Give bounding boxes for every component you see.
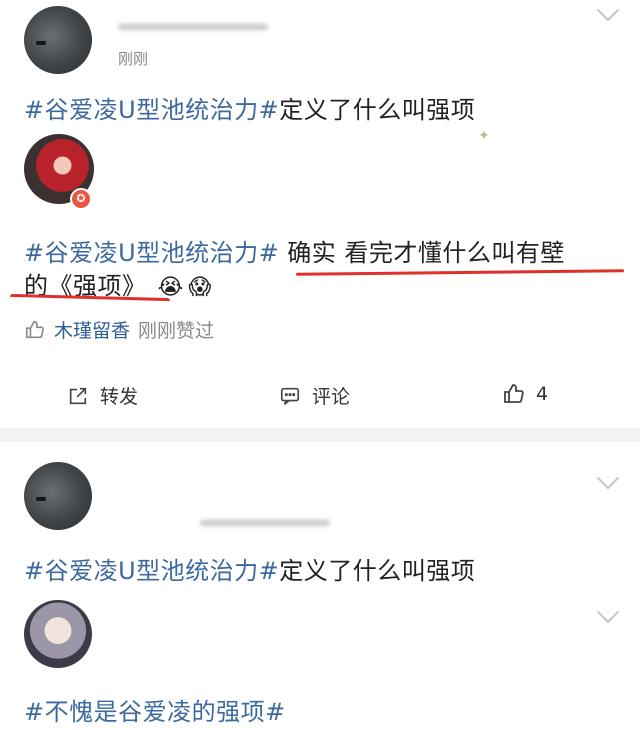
username-blurred[interactable]: [200, 520, 330, 526]
username-blurred[interactable]: [118, 24, 268, 30]
topic-link[interactable]: #不愧是谷爱凌的强项#: [24, 698, 286, 726]
avatar[interactable]: [24, 462, 92, 530]
chevron-down-icon[interactable]: [596, 600, 620, 624]
post-body: 定义了什么叫强项: [279, 557, 476, 585]
share-icon: [69, 387, 87, 404]
red-underline: [295, 269, 625, 276]
thumbs-up-icon: [25, 320, 44, 338]
liked-by: 木瑾留香 刚刚赞过: [24, 316, 214, 343]
post-text: #谷爱凌U型池统治力#定义了什么叫强项: [24, 90, 475, 125]
comment-icon: [280, 387, 300, 405]
verified-badge-icon: ✪: [70, 188, 92, 210]
topic-link[interactable]: #谷爱凌U型池统治力#: [24, 96, 279, 124]
post-divider: [0, 428, 640, 442]
comment-label: 评论: [312, 386, 351, 408]
sparkle-icon: ✦: [478, 128, 490, 144]
share-button[interactable]: 转发: [66, 382, 138, 409]
shocked-emoji-icon: 😱: [188, 275, 212, 300]
like-button[interactable]: 4: [502, 382, 548, 406]
share-label: 转发: [100, 386, 139, 408]
chevron-down-icon[interactable]: [596, 466, 620, 490]
post-time: 刚刚: [118, 50, 149, 68]
avatar[interactable]: [24, 6, 92, 74]
chevron-down-icon[interactable]: [596, 0, 620, 22]
like-count: 4: [536, 383, 549, 405]
topic-link[interactable]: #谷爱凌U型池统治力#: [24, 557, 279, 585]
repost-body-1: 确实 看完才懂什么叫有壁: [287, 239, 565, 267]
repost-text-line1: #谷爱凌U型池统治力# 确实 看完才懂什么叫有壁: [24, 233, 565, 268]
post-text: #谷爱凌U型池统治力#定义了什么叫强项: [24, 551, 475, 586]
crying-emoji-icon: 😭: [157, 275, 184, 300]
thumbs-up-icon: [504, 384, 524, 403]
liker-name[interactable]: 木瑾留香: [54, 316, 130, 343]
post-text: #不愧是谷爱凌的强项#: [24, 692, 286, 727]
topic-link[interactable]: #谷爱凌U型池统治力#: [24, 239, 279, 267]
liked-status: 刚刚赞过: [138, 320, 215, 342]
comment-button[interactable]: 评论: [278, 382, 350, 409]
post-body: 定义了什么叫强项: [279, 96, 476, 124]
avatar[interactable]: [24, 600, 92, 668]
